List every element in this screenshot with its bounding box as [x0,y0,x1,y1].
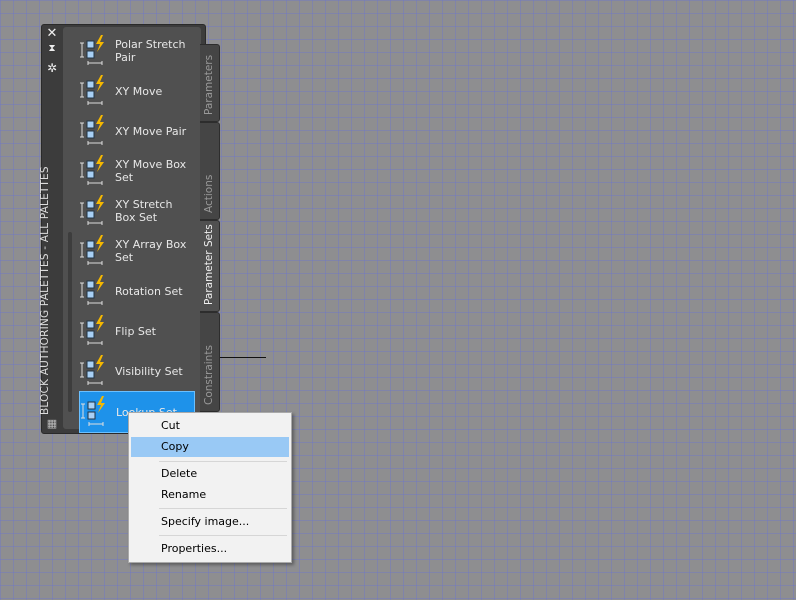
menu-item-specify-image[interactable]: Specify image... [131,512,289,532]
rotation-set-icon [79,275,111,307]
tool-palette: ✕ ⧗ ✲ BLOCK AUTHORING PALETTES - ALL PAL… [39,24,206,434]
menu-separator [159,461,287,462]
menu-item-cut[interactable]: Cut [131,416,289,436]
palette-item[interactable]: XY Move [79,71,193,111]
xy-move-box-set-icon [79,155,111,187]
autohide-icon[interactable]: ⧗ [46,43,58,54]
palette-item[interactable]: XY Move Pair [79,111,193,151]
palette-item[interactable]: Flip Set [79,311,193,351]
palette-menu-icon[interactable]: ▦ [46,417,58,430]
lookup-set-icon [80,396,112,428]
menu-separator [159,508,287,509]
xy-array-box-set-icon [79,235,111,267]
palette-item-label: Rotation Set [115,284,183,298]
flip-set-icon [79,315,111,347]
tab-label: Constraints [203,345,215,405]
palette-item[interactable]: Rotation Set [79,271,193,311]
palette-item-label: XY Move Pair [115,124,187,138]
scrollbar[interactable] [68,232,72,412]
xy-move-pair-icon [79,115,111,147]
polar-stretch-pair-icon [79,35,111,67]
menu-item-properties[interactable]: Properties... [131,539,289,559]
palette-item[interactable]: XY Array Box Set [79,231,193,271]
tab-actions[interactable]: Actions [200,122,220,220]
palette-item-label: Polar Stretch Pair [115,38,186,64]
palette-item-label: XY Move [115,84,163,98]
tab-constraints[interactable]: Constraints [200,312,220,412]
palette-item[interactable]: Polar Stretch Pair [79,31,193,71]
palette-item[interactable]: XY Move Box Set [79,151,193,191]
palette-item[interactable]: XY Stretch Box Set [79,191,193,231]
context-menu: Cut Copy Delete Rename Specify image... … [128,412,292,563]
palette-item-label: XY Array Box Set [115,238,187,264]
palette-item-label: XY Move Box Set [115,158,187,184]
menu-item-rename[interactable]: Rename [131,485,289,505]
xy-move-icon [79,75,111,107]
gear-icon[interactable]: ✲ [46,61,58,75]
tab-parameter-sets[interactable]: Parameter Sets [200,220,220,312]
tab-label: Parameter Sets [203,224,215,305]
palette-title-bar[interactable]: ✕ ⧗ ✲ BLOCK AUTHORING PALETTES - ALL PAL… [39,25,62,433]
palette-title: BLOCK AUTHORING PALETTES - ALL PALETTES [39,166,51,415]
palette-content: Polar Stretch Pair XY Move XY Move Pair XY … [63,27,201,433]
close-icon[interactable]: ✕ [46,26,58,41]
menu-item-copy[interactable]: Copy [131,437,289,457]
tab-label: Actions [203,174,215,213]
palette-item-label: XY Stretch Box Set [115,198,173,224]
drawing-line [215,357,266,358]
palette-item-label: Flip Set [115,324,156,338]
tab-parameters[interactable]: Parameters [200,44,220,122]
palette-item-label: Visibility Set [115,364,183,378]
tab-label: Parameters [203,54,215,115]
menu-separator [159,535,287,536]
xy-stretch-box-set-icon [79,195,111,227]
palette-item[interactable]: Visibility Set [79,351,193,391]
visibility-set-icon [79,355,111,387]
menu-item-delete[interactable]: Delete [131,464,289,484]
